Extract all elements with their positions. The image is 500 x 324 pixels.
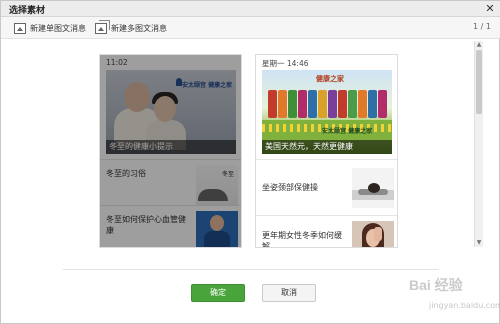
item-thumbnail: 冬至 bbox=[196, 165, 238, 205]
select-material-dialog: 选择素材 ✕ 新建单图文消息 新建多图文消息 1 / 1 ▲ ▼ 11:02 安… bbox=[0, 0, 500, 324]
product-bottle bbox=[298, 90, 307, 118]
product-bottle bbox=[348, 90, 357, 118]
item-thumbnail bbox=[352, 221, 394, 247]
scroll-down-icon[interactable]: ▼ bbox=[475, 239, 483, 247]
watermark: Bai 经验 jingyan.baidu.com bbox=[405, 271, 500, 319]
item-title: 更年期女性冬季如何缓解 bbox=[262, 231, 342, 248]
new-single-article-label: 新建单图文消息 bbox=[30, 23, 86, 33]
cover-caption: 美国天然元，天然更健康 bbox=[262, 140, 392, 154]
multi-image-icon bbox=[95, 19, 110, 34]
item-title: 坐姿颈部保健操 bbox=[262, 183, 318, 192]
cover-figure bbox=[124, 82, 150, 112]
watermark-logo: Bai 经验 bbox=[409, 277, 463, 293]
cover-logo-text: 安太颐宫 健康之家 bbox=[182, 82, 233, 89]
page-indicator: 1 / 1 bbox=[473, 22, 491, 31]
cover-logo-text: 安太颐宫 健康之家 bbox=[322, 128, 373, 135]
card-date: 11:02 bbox=[106, 58, 128, 67]
dialog-title-bar: 选择素材 ✕ bbox=[1, 1, 500, 17]
item-thumbnail bbox=[352, 168, 394, 208]
footer-divider bbox=[63, 269, 439, 270]
scroll-up-icon[interactable]: ▲ bbox=[475, 41, 483, 49]
cover-figure bbox=[154, 96, 176, 122]
item-title: 冬至如何保护心血管健康 bbox=[106, 215, 186, 235]
cover-caption: 冬至的健康小提示 bbox=[106, 140, 236, 154]
watermark-url: jingyan.baidu.com bbox=[429, 301, 500, 310]
new-multi-article-button[interactable]: 新建多图文消息 bbox=[95, 19, 167, 35]
close-icon[interactable]: ✕ bbox=[484, 2, 496, 15]
product-bottle bbox=[368, 90, 377, 118]
scrollbar-thumb[interactable] bbox=[476, 50, 482, 114]
image-icon bbox=[14, 22, 26, 34]
thumb-text: 冬至 bbox=[221, 171, 234, 178]
confirm-button[interactable]: 确定 bbox=[191, 284, 245, 302]
cover-logo-text: 健康之家 bbox=[316, 75, 344, 83]
dialog-title: 选择素材 bbox=[9, 6, 46, 16]
list-item: 冬至的习俗 冬至 bbox=[100, 159, 241, 205]
card-date: 星期一 14:46 bbox=[262, 59, 309, 68]
product-bottle bbox=[338, 90, 347, 118]
thumb-graphic bbox=[210, 215, 224, 231]
thumb-graphic bbox=[198, 189, 228, 201]
material-card[interactable]: 星期一 14:46 健康之家 安太颐宫 健康之家 美国天然元，天然更健康 坐姿颈… bbox=[255, 54, 398, 248]
vertical-scrollbar[interactable]: ▲ ▼ bbox=[474, 41, 483, 247]
cancel-button[interactable]: 取消 bbox=[262, 284, 316, 302]
item-thumbnail bbox=[196, 211, 238, 247]
product-bottle bbox=[328, 90, 337, 118]
new-multi-article-label: 新建多图文消息 bbox=[111, 23, 167, 33]
product-bottle bbox=[318, 90, 327, 118]
cover-image: 健康之家 安太颐宫 健康之家 美国天然元，天然更健康 bbox=[262, 70, 392, 154]
product-bottle bbox=[358, 90, 367, 118]
cover-image: 安太颐宫 健康之家 冬至的健康小提示 bbox=[106, 70, 236, 154]
thumb-graphic bbox=[374, 227, 382, 241]
toolbar: 新建单图文消息 新建多图文消息 1 / 1 bbox=[1, 17, 500, 39]
product-bottle bbox=[288, 90, 297, 118]
list-item: 坐姿颈部保健操 bbox=[256, 159, 397, 215]
product-bottle bbox=[278, 90, 287, 118]
item-title: 冬至的习俗 bbox=[106, 169, 146, 178]
list-item: 更年期女性冬季如何缓解 bbox=[256, 215, 397, 248]
thumb-graphic bbox=[368, 183, 380, 193]
product-bottle bbox=[268, 90, 277, 118]
list-item: 冬至如何保护心血管健康 bbox=[100, 205, 241, 247]
thumb-graphic bbox=[204, 231, 230, 247]
new-single-article-button[interactable]: 新建单图文消息 bbox=[14, 21, 86, 35]
product-bottle bbox=[308, 90, 317, 118]
product-bottle bbox=[378, 90, 387, 118]
material-card[interactable]: 11:02 安太颐宫 健康之家 冬至的健康小提示 冬至的习俗 冬至 冬至如何保护… bbox=[99, 54, 242, 248]
